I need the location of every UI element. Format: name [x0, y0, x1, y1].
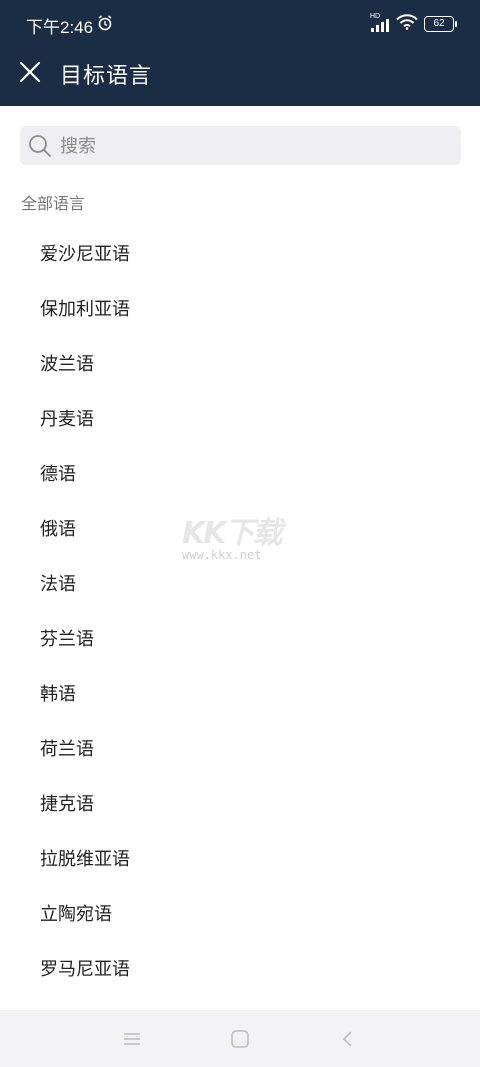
top-bar: 下午2:46 HD 62 目标语言: [0, 0, 480, 106]
search-input[interactable]: [58, 126, 452, 167]
language-item[interactable]: 保加利亚语: [0, 282, 480, 337]
alarm-icon: [97, 15, 113, 35]
status-indicators: HD 62: [370, 13, 457, 34]
battery-indicator: 62: [424, 16, 457, 32]
search-icon: [28, 134, 52, 162]
language-item[interactable]: 爱沙尼亚语: [0, 227, 480, 282]
language-item[interactable]: 芬兰语: [0, 612, 480, 667]
home-icon[interactable]: [229, 1028, 251, 1050]
back-icon[interactable]: [337, 1028, 359, 1050]
language-item[interactable]: 丹麦语: [0, 392, 480, 447]
menu-icon[interactable]: [121, 1028, 143, 1050]
language-item[interactable]: 罗马尼亚语: [0, 942, 480, 997]
language-item[interactable]: 韩语: [0, 667, 480, 722]
language-list: 爱沙尼亚语 保加利亚语 波兰语 丹麦语 德语 俄语 法语 芬兰语 韩语 荷兰语 …: [0, 227, 480, 997]
language-item[interactable]: 波兰语: [0, 337, 480, 392]
system-nav-bar: [0, 1010, 480, 1067]
language-item[interactable]: 立陶宛语: [0, 887, 480, 942]
language-item[interactable]: 捷克语: [0, 777, 480, 832]
page-title: 目标语言: [60, 64, 153, 89]
status-time: 下午2:46: [26, 18, 94, 37]
language-item[interactable]: 荷兰语: [0, 722, 480, 777]
section-label-all-languages: 全部语言: [21, 194, 86, 213]
language-item[interactable]: 俄语: [0, 502, 480, 557]
close-icon[interactable]: [18, 60, 42, 84]
language-item[interactable]: 拉脱维亚语: [0, 832, 480, 887]
wifi-icon: [396, 14, 418, 34]
language-item[interactable]: 法语: [0, 557, 480, 612]
search-bar[interactable]: [20, 126, 461, 167]
app-bar: 目标语言: [0, 48, 480, 106]
language-item[interactable]: 德语: [0, 447, 480, 502]
status-bar: 下午2:46 HD 62: [0, 0, 480, 48]
signal-icon: HD: [370, 13, 390, 33]
